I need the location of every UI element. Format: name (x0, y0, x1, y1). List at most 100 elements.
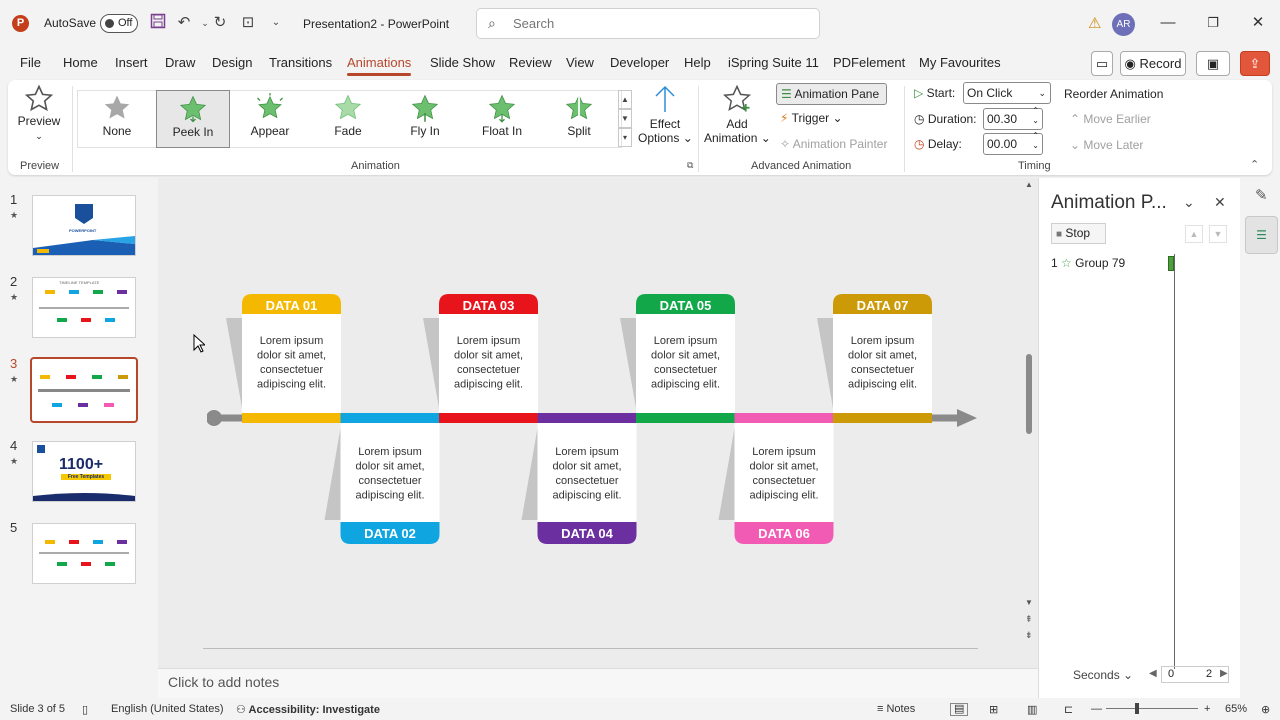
minimize-icon[interactable]: — (1153, 12, 1183, 34)
tab-draw[interactable]: Draw (165, 55, 195, 70)
stop-button[interactable]: ■ Stop (1051, 223, 1106, 244)
warning-icon[interactable]: ⚠ (1088, 14, 1101, 32)
animation-none[interactable]: None (80, 90, 154, 148)
search-box[interactable]: ⌕ (476, 8, 820, 39)
tab-review[interactable]: Review (509, 55, 552, 70)
delay-input[interactable]: 00.00 ⌃ ⌄ (983, 131, 1043, 155)
undo-icon[interactable]: ↶ (174, 13, 194, 33)
scroll-up-icon[interactable]: ▲ (1025, 180, 1033, 189)
pane-close-icon[interactable]: ✕ (1214, 194, 1226, 211)
slide-thumbnail-1[interactable]: POWERPOINT (32, 195, 136, 256)
timeline-left-icon[interactable]: ◀ (1149, 668, 1157, 679)
move-later-button[interactable]: ⌄ Move Later (1070, 138, 1143, 152)
pane-options-chevron-icon[interactable]: ⌄ (1183, 194, 1195, 211)
close-icon[interactable]: ✕ (1243, 12, 1273, 34)
slide[interactable]: DATA 01 Lorem ipsum dolor sit amet, consect… (206, 180, 1027, 645)
tab-home[interactable]: Home (63, 55, 98, 70)
zoom-slider-thumb[interactable] (1135, 703, 1139, 714)
timeline-right-icon[interactable]: ▶ (1220, 668, 1228, 679)
notes-splitter[interactable] (203, 648, 978, 649)
start-select[interactable]: On Click ⌄ (963, 82, 1051, 104)
animation-peek-in[interactable]: Peek In (156, 90, 230, 148)
record-button[interactable]: ◉ Record (1120, 51, 1186, 76)
slideshow-view-icon[interactable]: ⊏ (1064, 703, 1073, 716)
animation-dialog-launcher-icon[interactable]: ⧉ (687, 160, 693, 171)
move-down-icon[interactable]: ▼ (1209, 225, 1227, 243)
seconds-dropdown[interactable]: Seconds ⌄ (1073, 668, 1133, 682)
data-card[interactable] (734, 423, 834, 522)
redo-icon[interactable]: ↻ (210, 13, 230, 33)
avatar[interactable]: AR (1112, 13, 1135, 36)
zoom-level[interactable]: 65% (1225, 703, 1247, 715)
timeline-graphic[interactable]: DATA 01 Lorem ipsum dolor sit amet, consect… (206, 180, 1027, 645)
slide-sorter-icon[interactable]: ⊞ (989, 703, 998, 716)
tab-transitions[interactable]: Transitions (269, 55, 332, 70)
comments-button[interactable]: ▭ (1091, 51, 1113, 76)
animation-list-item[interactable]: 1 ☆ Group 79 (1051, 256, 1181, 274)
tab-animations[interactable]: Animations (347, 55, 412, 76)
previous-slide-icon[interactable]: ⇞ (1025, 614, 1033, 625)
maximize-icon[interactable]: ❐ (1198, 12, 1228, 34)
preview-button[interactable]: Preview ⌄ (14, 84, 64, 154)
spinner-icon[interactable]: ⌃ ⌄ (1032, 106, 1039, 126)
tab-help[interactable]: Help (684, 55, 711, 70)
data-card[interactable] (340, 423, 440, 522)
slide-thumbnail-4[interactable]: 1100+ Free Templates (32, 441, 136, 502)
spelling-icon[interactable]: ▯ (82, 703, 88, 716)
present-icon[interactable]: ⊡ (238, 13, 258, 33)
search-input[interactable] (513, 16, 803, 31)
tab-ispring[interactable]: iSpring Suite 11 (728, 55, 819, 70)
language-indicator[interactable]: English (United States) (111, 703, 224, 715)
gallery-scroll[interactable]: ▲ ▼ ▾ (618, 90, 632, 148)
duration-input[interactable]: 00.30 ⌃ ⌄ (983, 106, 1043, 130)
notes-pane[interactable]: Click to add notes (158, 668, 1038, 698)
animation-pane-toggle-icon[interactable]: ☰ (1245, 216, 1278, 254)
slide-thumbnail-5[interactable] (32, 523, 136, 584)
data-card[interactable] (537, 423, 637, 522)
collapse-ribbon-icon[interactable]: ⌃ (1250, 158, 1259, 171)
save-icon[interactable] (148, 13, 168, 33)
slide-thumbnail-2[interactable]: TIMELINE TEMPLATE (32, 277, 136, 338)
animation-split[interactable]: Split (542, 90, 616, 148)
teams-button[interactable]: ▣ (1196, 51, 1230, 76)
fit-to-window-icon[interactable]: ⊕ (1261, 703, 1270, 716)
tab-insert[interactable]: Insert (115, 55, 148, 70)
animation-pane-button[interactable]: ☰ Animation Pane (776, 83, 887, 105)
designer-icon[interactable]: ✎ (1255, 186, 1268, 204)
add-animation-button[interactable]: Add Animation ⌄ (704, 84, 771, 154)
tab-pdfelement[interactable]: PDFelement (833, 55, 905, 70)
animation-fade[interactable]: Fade (311, 90, 385, 148)
share-button[interactable]: ⇪ (1240, 51, 1270, 76)
canvas-vertical-scrollbar[interactable]: ▲ ▼ ⇞ ⇟ (1020, 180, 1038, 645)
zoom-out-icon[interactable]: — (1091, 703, 1102, 715)
accessibility-button[interactable]: ⚇ Accessibility: Investigate (236, 703, 380, 716)
gallery-up-icon[interactable]: ▲ (618, 90, 632, 109)
animation-float-in[interactable]: Float In (465, 90, 539, 148)
customize-toolbar-icon[interactable]: ⌄ (266, 13, 286, 33)
animation-painter-button[interactable]: ✧ Animation Painter (780, 137, 887, 151)
move-earlier-button[interactable]: ⌃ Move Earlier (1070, 112, 1151, 126)
animation-appear[interactable]: Appear (233, 90, 307, 148)
tab-view[interactable]: View (566, 55, 594, 70)
reading-view-icon[interactable]: ▥ (1027, 703, 1037, 716)
spinner-icon[interactable]: ⌃ ⌄ (1032, 131, 1039, 151)
tab-my-favourites[interactable]: My Favourites (919, 55, 1001, 70)
autosave-toggle[interactable]: Off (100, 14, 138, 33)
scroll-down-icon[interactable]: ▼ (1025, 598, 1033, 607)
normal-view-icon[interactable]: ▤ (950, 703, 969, 716)
tab-developer[interactable]: Developer (610, 55, 669, 70)
move-up-icon[interactable]: ▲ (1185, 225, 1203, 243)
tab-design[interactable]: Design (212, 55, 252, 70)
trigger-button[interactable]: ⚡ Trigger ⌄ (780, 111, 843, 125)
next-slide-icon[interactable]: ⇟ (1025, 630, 1033, 641)
tab-slide-show[interactable]: Slide Show (430, 55, 495, 70)
effect-options-button[interactable]: Effect Options ⌄ (638, 84, 693, 154)
animation-fly-in[interactable]: Fly In (388, 90, 462, 148)
zoom-slider[interactable] (1106, 708, 1198, 709)
zoom-in-icon[interactable]: + (1204, 703, 1210, 715)
gallery-down-icon[interactable]: ▼ (618, 109, 632, 128)
gallery-more-icon[interactable]: ▾ (618, 128, 632, 147)
tab-file[interactable]: File (20, 55, 41, 70)
slide-thumbnail-3[interactable] (30, 357, 138, 423)
notes-button[interactable]: ≡ Notes (877, 703, 915, 715)
